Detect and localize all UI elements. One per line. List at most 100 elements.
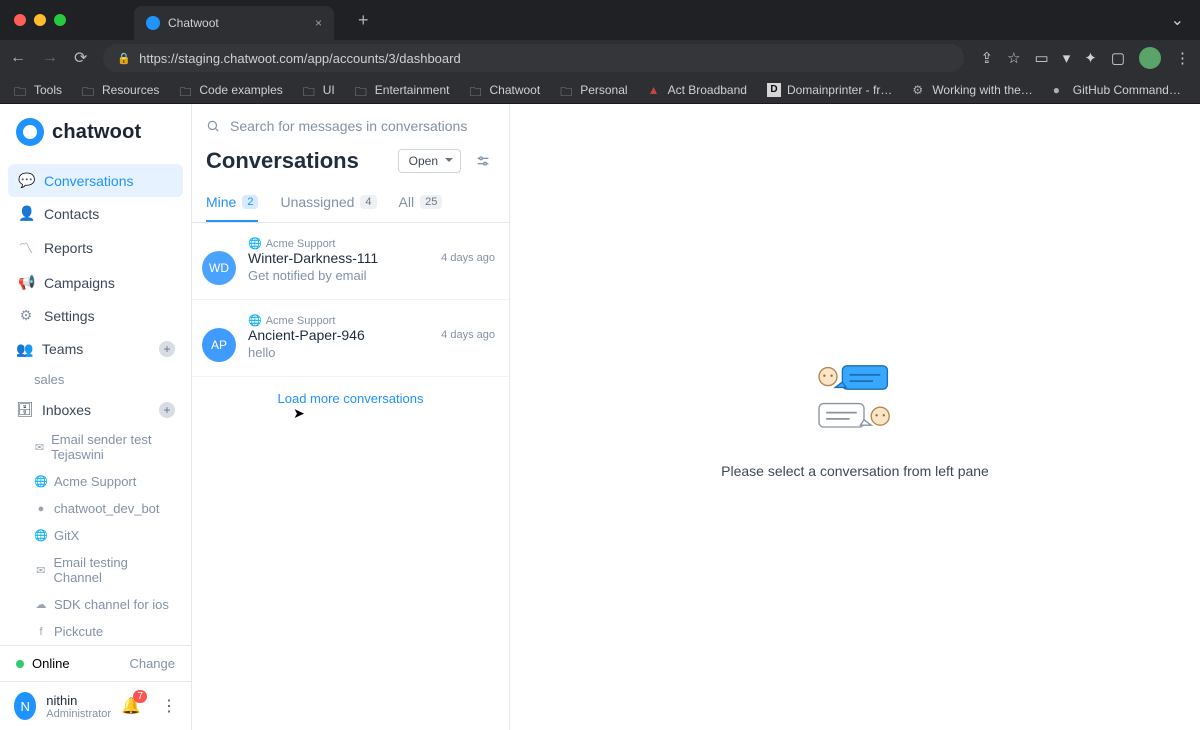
- inbox-item[interactable]: 🌐GitX: [0, 522, 191, 549]
- inbox-item[interactable]: ✉Email testing Channel: [0, 549, 191, 591]
- bookmark-personal[interactable]: 🗀Personal: [560, 83, 627, 97]
- inbox-item[interactable]: ● chatwoot_dev_bot: [0, 495, 191, 522]
- section-label: Inboxes: [42, 402, 91, 418]
- nav-settings[interactable]: ⚙ Settings: [8, 299, 183, 332]
- inbox-label: Pickcute: [54, 624, 103, 639]
- folder-icon: 🗄: [16, 401, 32, 418]
- extensions-icon[interactable]: ✦: [1084, 49, 1097, 67]
- tab-label: Mine: [206, 194, 236, 210]
- bookmark-code[interactable]: 🗀Code examples: [179, 83, 282, 97]
- inbox-type-icon: ✉: [34, 564, 47, 577]
- ext-icon-1[interactable]: ▭: [1035, 49, 1049, 67]
- bookmark-ent[interactable]: 🗀Entertainment: [355, 83, 450, 97]
- user-menu-icon[interactable]: ⋮: [161, 696, 177, 716]
- close-window[interactable]: [14, 14, 26, 26]
- contact-avatar: AP: [202, 328, 236, 362]
- app-logo[interactable]: chatwoot: [0, 118, 191, 164]
- close-tab-icon[interactable]: ×: [315, 16, 322, 30]
- tab-all[interactable]: All 25: [399, 184, 443, 222]
- load-more-button[interactable]: Load more conversations: [192, 377, 509, 420]
- search-row[interactable]: Search for messages in conversations: [192, 104, 509, 144]
- url-bar[interactable]: 🔒 https://staging.chatwoot.com/app/accou…: [103, 44, 964, 72]
- team-label: sales: [34, 372, 64, 387]
- inbox-item[interactable]: 🌐Acme Support: [0, 468, 191, 495]
- bookmark-star-icon[interactable]: ☆: [1007, 49, 1020, 67]
- conversation-time: 4 days ago: [441, 329, 495, 341]
- nav-contacts[interactable]: 👤 Contacts: [8, 197, 183, 230]
- megaphone-icon: 📢: [18, 274, 34, 291]
- nav-campaigns[interactable]: 📢 Campaigns: [8, 266, 183, 299]
- inbox-item[interactable]: ☁ SDK channel for ios: [0, 591, 191, 618]
- inbox-label: GitX: [54, 528, 79, 543]
- user-avatar[interactable]: N: [14, 692, 36, 720]
- change-status-button[interactable]: Change: [129, 656, 175, 671]
- team-item-sales[interactable]: sales: [0, 366, 191, 393]
- page-title: Conversations: [206, 148, 388, 174]
- conversation-item[interactable]: AP🌐Acme SupportAncient-Paper-9464 days a…: [192, 300, 509, 377]
- tab-count: 4: [360, 195, 376, 209]
- bookmark-tools[interactable]: 🗀Tools: [14, 83, 62, 97]
- inbox-label: chatwoot_dev_bot: [54, 501, 160, 516]
- heading-row: Conversations Open: [192, 144, 509, 184]
- tabs-dropdown-icon[interactable]: ⌄: [1171, 10, 1184, 30]
- browser-tab[interactable]: Chatwoot ×: [134, 6, 334, 40]
- search-icon: [206, 119, 220, 133]
- minimize-window[interactable]: [34, 14, 46, 26]
- bookmark-chatwoot[interactable]: 🗀Chatwoot: [469, 83, 540, 97]
- ext-icon-2[interactable]: ▾: [1063, 49, 1071, 67]
- add-team-button[interactable]: +: [159, 341, 175, 357]
- nav-label: Settings: [44, 308, 95, 324]
- tab-favicon: [146, 16, 160, 30]
- message-preview: hello: [248, 345, 495, 360]
- nav-conversations[interactable]: 💬 Conversations: [8, 164, 183, 197]
- share-icon[interactable]: ⇪: [980, 49, 993, 67]
- inbox-label: Email sender test Tejaswini: [51, 432, 175, 462]
- nav-back-icon[interactable]: ←: [10, 49, 26, 67]
- tab-mine[interactable]: Mine 2: [206, 184, 258, 222]
- conversation-panel: Search for messages in conversations Con…: [192, 104, 510, 730]
- availability-row: Online Change: [0, 645, 191, 681]
- browser-menu-icon[interactable]: ⋮: [1175, 49, 1190, 67]
- inbox-label: Acme Support: [54, 474, 136, 489]
- chart-icon: 〽: [18, 238, 34, 258]
- nav-label: Contacts: [44, 206, 99, 222]
- maximize-window[interactable]: [54, 14, 66, 26]
- bookmark-act[interactable]: ▲Act Broadband: [648, 83, 747, 97]
- bookmark-working[interactable]: ⚙Working with the…: [912, 83, 1032, 97]
- inbox-item[interactable]: ✉Email sender test Tejaswini: [0, 426, 191, 468]
- conversation-detail-empty: Please select a conversation from left p…: [510, 104, 1200, 730]
- inbox-type-icon: f: [34, 626, 48, 638]
- panel-icon[interactable]: ▢: [1111, 49, 1125, 67]
- inbox-name: Acme Support: [266, 315, 336, 327]
- inbox-type-icon: ●: [34, 503, 48, 515]
- tab-label: Unassigned: [280, 194, 354, 210]
- profile-avatar[interactable]: [1139, 47, 1161, 69]
- filter-settings-icon[interactable]: [471, 149, 495, 173]
- tab-unassigned[interactable]: Unassigned 4: [280, 184, 376, 222]
- nav-reports[interactable]: 〽 Reports: [8, 230, 183, 266]
- inboxes-header[interactable]: 🗄 Inboxes +: [0, 393, 191, 426]
- add-inbox-button[interactable]: +: [159, 402, 175, 418]
- tab-count: 25: [420, 195, 442, 209]
- inbox-item[interactable]: f Pickcute: [0, 618, 191, 645]
- new-tab-button[interactable]: +: [358, 10, 369, 31]
- nav-forward-icon[interactable]: →: [42, 49, 58, 67]
- empty-state-text: Please select a conversation from left p…: [721, 463, 989, 479]
- conversation-item[interactable]: WD🌐Acme SupportWinter-Darkness-1114 days…: [192, 223, 509, 300]
- bookmark-github[interactable]: ●GitHub Command…: [1053, 83, 1181, 97]
- bookmark-ui[interactable]: 🗀UI: [303, 83, 335, 97]
- bookmark-resources[interactable]: 🗀Resources: [82, 83, 159, 97]
- notification-badge: 7: [133, 690, 147, 703]
- window-controls: [14, 14, 66, 26]
- inbox-label: SDK channel for ios: [54, 597, 169, 612]
- mouse-cursor-icon: ➤: [293, 405, 305, 422]
- logo-text: chatwoot: [52, 121, 141, 144]
- nav-reload-icon[interactable]: ⟳: [74, 48, 87, 68]
- status-filter-dropdown[interactable]: Open: [398, 149, 461, 173]
- logo-mark-icon: [16, 118, 44, 146]
- bookmark-domain[interactable]: DDomainprinter - fr…: [767, 83, 892, 97]
- notifications-button[interactable]: 🔔 7: [121, 696, 141, 716]
- inbox-type-icon: ☁: [34, 598, 48, 611]
- teams-header[interactable]: 👥 Teams +: [0, 333, 191, 366]
- browser-toolbar: ← → ⟳ 🔒 https://staging.chatwoot.com/app…: [0, 40, 1200, 76]
